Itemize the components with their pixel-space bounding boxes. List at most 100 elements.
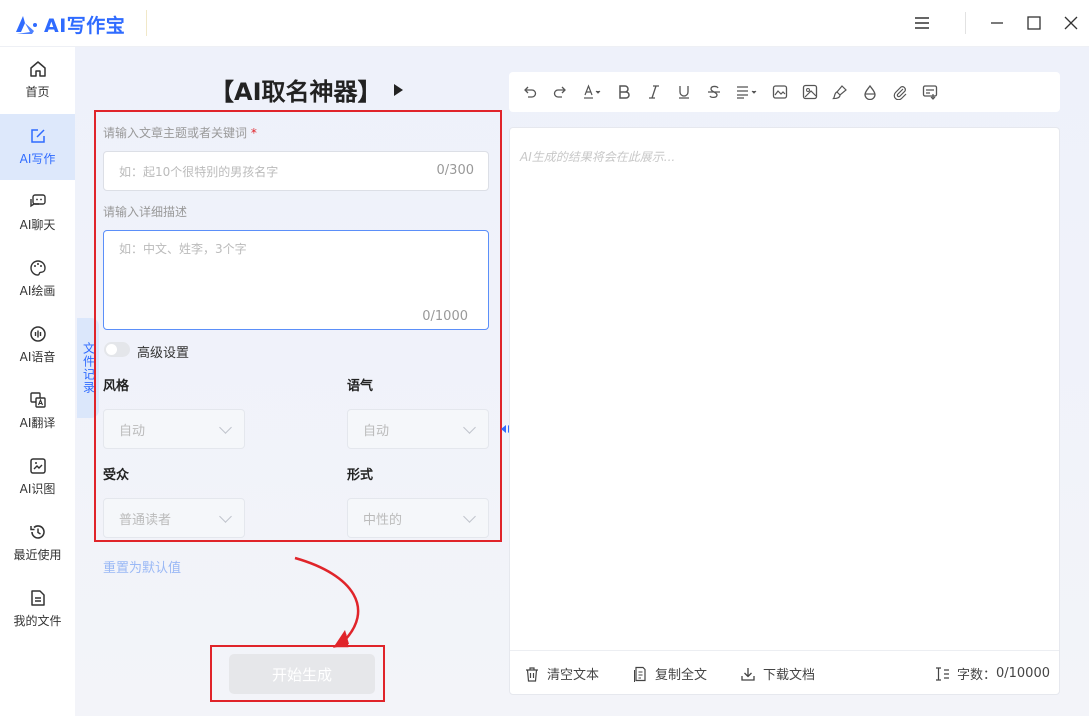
page-title: 【AI取名神器】: [210, 72, 403, 107]
sidebar-item-ai-translate[interactable]: AI翻译: [0, 378, 75, 444]
description-counter: 0/1000: [422, 309, 468, 324]
sidebar-item-label: AI写作: [19, 152, 56, 166]
editor-placeholder: AI生成的结果将会在此展示...: [520, 150, 676, 164]
chevron-down-icon: [463, 420, 476, 434]
title-bar: AI写作宝: [0, 0, 1089, 47]
text-length-icon: [935, 666, 949, 681]
logo-separator: [146, 10, 147, 36]
redo-icon[interactable]: [552, 81, 568, 103]
copy-all-label: 复制全文: [655, 668, 708, 683]
sidebar-item-label: AI识图: [19, 482, 56, 496]
sidebar-item-ai-writing[interactable]: AI写作: [0, 114, 75, 180]
advanced-settings-label: 高级设置: [137, 346, 190, 361]
underline-icon[interactable]: [676, 81, 692, 103]
audio-icon: [29, 326, 46, 342]
play-icon[interactable]: [393, 83, 403, 96]
attachment-icon[interactable]: [892, 81, 908, 103]
template-icon[interactable]: [922, 81, 938, 103]
maximize-icon[interactable]: [1023, 12, 1045, 34]
description-label: 请输入详细描述: [103, 205, 188, 219]
copy-icon: [634, 666, 646, 682]
sidebar-item-label: AI聊天: [19, 218, 56, 232]
sidebar-item-label: AI翻译: [19, 416, 56, 430]
sidebar-item-ai-chat[interactable]: AI聊天: [0, 180, 75, 246]
reset-defaults-link[interactable]: 重置为默认值: [103, 557, 181, 576]
topic-label: 请输入文章主题或者关键词 *: [103, 124, 257, 141]
strikethrough-icon[interactable]: [706, 81, 722, 103]
align-icon[interactable]: [736, 81, 758, 103]
home-icon: [29, 61, 46, 77]
file-icon: [30, 590, 45, 606]
annotation-arrow: [294, 556, 360, 648]
font-color-icon[interactable]: [582, 81, 602, 103]
gallery-icon[interactable]: [802, 81, 818, 103]
copy-all-button[interactable]: 复制全文: [632, 664, 707, 683]
download-document-button[interactable]: 下载文档: [740, 664, 815, 683]
description-field[interactable]: 0/1000: [103, 230, 489, 330]
editor-footer-divider: [510, 650, 1059, 651]
sidebar-item-label: AI语音: [19, 350, 56, 364]
start-generate-button[interactable]: 开始生成: [229, 654, 375, 694]
style-select-value: 自动: [119, 423, 146, 439]
history-icon: [29, 525, 45, 539]
chevron-down-icon: [219, 509, 232, 523]
window-separator: [965, 12, 966, 34]
style-select[interactable]: 自动: [103, 409, 245, 449]
advanced-settings-toggle[interactable]: [104, 342, 130, 357]
sidebar-item-ai-voice[interactable]: AI语音: [0, 312, 75, 378]
tone-select-value: 自动: [363, 423, 390, 439]
hamburger-icon[interactable]: [911, 12, 933, 34]
trash-icon: [526, 666, 538, 682]
result-editor[interactable]: AI生成的结果将会在此展示... 清空文本 复制全文 下载文档 字数： 0/100…: [509, 127, 1060, 695]
audience-label: 受众: [103, 468, 130, 483]
word-count: 字数： 0/10000: [934, 664, 1050, 683]
close-icon[interactable]: [1060, 12, 1082, 34]
chevron-down-icon: [463, 509, 476, 523]
app-logo: AI写作宝: [14, 11, 125, 38]
italic-icon[interactable]: [646, 81, 662, 103]
tone-label: 语气: [347, 379, 374, 394]
download-document-label: 下载文档: [763, 668, 816, 683]
editor-toolbar: [509, 72, 1060, 112]
app-name: AI写作宝: [44, 15, 126, 37]
description-input[interactable]: [119, 240, 469, 300]
bold-icon[interactable]: [616, 81, 632, 103]
form-type-select[interactable]: 中性的: [347, 498, 489, 538]
sidebar-item-recent[interactable]: 最近使用: [0, 510, 75, 576]
tone-select[interactable]: 自动: [347, 409, 489, 449]
clear-text-label: 清空文本: [547, 668, 600, 683]
chat-icon: [29, 194, 46, 208]
clear-text-button[interactable]: 清空文本: [524, 664, 599, 683]
sidebar-item-label: 我的文件: [13, 614, 62, 628]
topic-counter: 0/300: [436, 163, 474, 178]
minimize-icon[interactable]: [986, 12, 1008, 34]
file-record-tab[interactable]: 文件记录: [77, 318, 99, 418]
undo-icon[interactable]: [522, 81, 538, 103]
sidebar-item-ai-painting[interactable]: AI绘画: [0, 246, 75, 312]
topic-field[interactable]: 0/300: [103, 151, 489, 191]
topic-input[interactable]: [119, 164, 419, 180]
sidebar-item-label: AI绘画: [19, 284, 56, 298]
audience-select-value: 普通读者: [119, 512, 172, 528]
word-count-value: 0/10000: [995, 666, 1050, 681]
clear-format-icon[interactable]: [862, 81, 878, 103]
required-mark: *: [250, 126, 257, 140]
sidebar-item-my-files[interactable]: 我的文件: [0, 576, 75, 642]
image-recognize-icon: [29, 458, 46, 474]
sidebar-item-label: 首页: [25, 85, 50, 99]
word-count-label: 字数：: [956, 668, 996, 683]
image-icon[interactable]: [772, 81, 788, 103]
sidebar-item-home[interactable]: 首页: [0, 47, 75, 113]
topic-label-text: 请输入文章主题或者关键词: [103, 126, 248, 140]
audience-select[interactable]: 普通读者: [103, 498, 245, 538]
format-brush-icon[interactable]: [832, 81, 848, 103]
arrow-left-icon: [501, 425, 506, 433]
sidebar-item-ai-image-recognition[interactable]: AI识图: [0, 444, 75, 510]
sidebar-item-label: 最近使用: [13, 548, 62, 562]
chevron-down-icon: [219, 420, 232, 434]
download-icon: [741, 667, 755, 681]
logo-icon: [16, 15, 37, 34]
form-type-label: 形式: [347, 468, 374, 483]
page-title-text: 【AI取名神器】: [210, 78, 382, 106]
form-type-select-value: 中性的: [363, 512, 403, 528]
